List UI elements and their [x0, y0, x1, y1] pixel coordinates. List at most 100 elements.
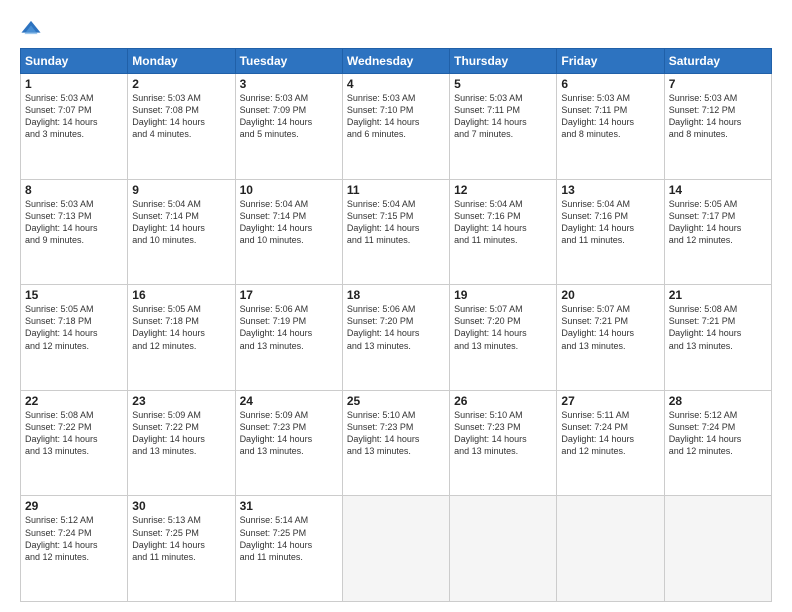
cell-content: Sunrise: 5:13 AMSunset: 7:25 PMDaylight:…	[132, 515, 205, 561]
cell-content: Sunrise: 5:04 AMSunset: 7:16 PMDaylight:…	[454, 199, 527, 245]
day-number: 7	[669, 77, 767, 91]
empty-cell	[342, 496, 449, 602]
week-row-3: 15 Sunrise: 5:05 AMSunset: 7:18 PMDaylig…	[21, 285, 772, 391]
day-cell-22: 22 Sunrise: 5:08 AMSunset: 7:22 PMDaylig…	[21, 390, 128, 496]
day-cell-2: 2 Sunrise: 5:03 AMSunset: 7:08 PMDayligh…	[128, 74, 235, 180]
day-number: 30	[132, 499, 230, 513]
logo	[20, 18, 46, 40]
day-number: 6	[561, 77, 659, 91]
day-cell-20: 20 Sunrise: 5:07 AMSunset: 7:21 PMDaylig…	[557, 285, 664, 391]
empty-cell	[664, 496, 771, 602]
cell-content: Sunrise: 5:09 AMSunset: 7:23 PMDaylight:…	[240, 410, 313, 456]
day-cell-3: 3 Sunrise: 5:03 AMSunset: 7:09 PMDayligh…	[235, 74, 342, 180]
day-header-friday: Friday	[557, 49, 664, 74]
day-cell-23: 23 Sunrise: 5:09 AMSunset: 7:22 PMDaylig…	[128, 390, 235, 496]
empty-cell	[557, 496, 664, 602]
day-number: 18	[347, 288, 445, 302]
week-row-4: 22 Sunrise: 5:08 AMSunset: 7:22 PMDaylig…	[21, 390, 772, 496]
cell-content: Sunrise: 5:06 AMSunset: 7:20 PMDaylight:…	[347, 304, 420, 350]
day-header-saturday: Saturday	[664, 49, 771, 74]
day-number: 3	[240, 77, 338, 91]
cell-content: Sunrise: 5:04 AMSunset: 7:14 PMDaylight:…	[132, 199, 205, 245]
day-cell-30: 30 Sunrise: 5:13 AMSunset: 7:25 PMDaylig…	[128, 496, 235, 602]
cell-content: Sunrise: 5:10 AMSunset: 7:23 PMDaylight:…	[347, 410, 420, 456]
cell-content: Sunrise: 5:12 AMSunset: 7:24 PMDaylight:…	[669, 410, 742, 456]
day-header-monday: Monday	[128, 49, 235, 74]
day-number: 26	[454, 394, 552, 408]
day-cell-6: 6 Sunrise: 5:03 AMSunset: 7:11 PMDayligh…	[557, 74, 664, 180]
day-number: 20	[561, 288, 659, 302]
cell-content: Sunrise: 5:14 AMSunset: 7:25 PMDaylight:…	[240, 515, 313, 561]
day-cell-7: 7 Sunrise: 5:03 AMSunset: 7:12 PMDayligh…	[664, 74, 771, 180]
day-number: 2	[132, 77, 230, 91]
page: SundayMondayTuesdayWednesdayThursdayFrid…	[0, 0, 792, 612]
day-cell-25: 25 Sunrise: 5:10 AMSunset: 7:23 PMDaylig…	[342, 390, 449, 496]
day-number: 12	[454, 183, 552, 197]
cell-content: Sunrise: 5:05 AMSunset: 7:18 PMDaylight:…	[25, 304, 98, 350]
day-number: 4	[347, 77, 445, 91]
empty-cell	[450, 496, 557, 602]
day-header-wednesday: Wednesday	[342, 49, 449, 74]
day-number: 1	[25, 77, 123, 91]
day-cell-26: 26 Sunrise: 5:10 AMSunset: 7:23 PMDaylig…	[450, 390, 557, 496]
day-cell-8: 8 Sunrise: 5:03 AMSunset: 7:13 PMDayligh…	[21, 179, 128, 285]
day-number: 14	[669, 183, 767, 197]
cell-content: Sunrise: 5:08 AMSunset: 7:21 PMDaylight:…	[669, 304, 742, 350]
week-row-5: 29 Sunrise: 5:12 AMSunset: 7:24 PMDaylig…	[21, 496, 772, 602]
day-number: 21	[669, 288, 767, 302]
cell-content: Sunrise: 5:03 AMSunset: 7:12 PMDaylight:…	[669, 93, 742, 139]
day-number: 27	[561, 394, 659, 408]
day-number: 17	[240, 288, 338, 302]
day-number: 8	[25, 183, 123, 197]
day-cell-11: 11 Sunrise: 5:04 AMSunset: 7:15 PMDaylig…	[342, 179, 449, 285]
cell-content: Sunrise: 5:04 AMSunset: 7:15 PMDaylight:…	[347, 199, 420, 245]
cell-content: Sunrise: 5:03 AMSunset: 7:10 PMDaylight:…	[347, 93, 420, 139]
day-cell-9: 9 Sunrise: 5:04 AMSunset: 7:14 PMDayligh…	[128, 179, 235, 285]
cell-content: Sunrise: 5:05 AMSunset: 7:18 PMDaylight:…	[132, 304, 205, 350]
day-number: 13	[561, 183, 659, 197]
day-cell-12: 12 Sunrise: 5:04 AMSunset: 7:16 PMDaylig…	[450, 179, 557, 285]
day-cell-1: 1 Sunrise: 5:03 AMSunset: 7:07 PMDayligh…	[21, 74, 128, 180]
day-number: 24	[240, 394, 338, 408]
day-number: 28	[669, 394, 767, 408]
cell-content: Sunrise: 5:03 AMSunset: 7:08 PMDaylight:…	[132, 93, 205, 139]
logo-icon	[20, 18, 42, 40]
day-cell-29: 29 Sunrise: 5:12 AMSunset: 7:24 PMDaylig…	[21, 496, 128, 602]
cell-content: Sunrise: 5:05 AMSunset: 7:17 PMDaylight:…	[669, 199, 742, 245]
day-number: 15	[25, 288, 123, 302]
cell-content: Sunrise: 5:03 AMSunset: 7:11 PMDaylight:…	[454, 93, 527, 139]
calendar-table: SundayMondayTuesdayWednesdayThursdayFrid…	[20, 48, 772, 602]
day-cell-4: 4 Sunrise: 5:03 AMSunset: 7:10 PMDayligh…	[342, 74, 449, 180]
cell-content: Sunrise: 5:03 AMSunset: 7:13 PMDaylight:…	[25, 199, 98, 245]
week-row-2: 8 Sunrise: 5:03 AMSunset: 7:13 PMDayligh…	[21, 179, 772, 285]
cell-content: Sunrise: 5:04 AMSunset: 7:14 PMDaylight:…	[240, 199, 313, 245]
day-number: 5	[454, 77, 552, 91]
day-number: 25	[347, 394, 445, 408]
cell-content: Sunrise: 5:06 AMSunset: 7:19 PMDaylight:…	[240, 304, 313, 350]
day-cell-17: 17 Sunrise: 5:06 AMSunset: 7:19 PMDaylig…	[235, 285, 342, 391]
day-number: 11	[347, 183, 445, 197]
day-cell-16: 16 Sunrise: 5:05 AMSunset: 7:18 PMDaylig…	[128, 285, 235, 391]
day-cell-27: 27 Sunrise: 5:11 AMSunset: 7:24 PMDaylig…	[557, 390, 664, 496]
day-cell-19: 19 Sunrise: 5:07 AMSunset: 7:20 PMDaylig…	[450, 285, 557, 391]
day-header-sunday: Sunday	[21, 49, 128, 74]
day-cell-24: 24 Sunrise: 5:09 AMSunset: 7:23 PMDaylig…	[235, 390, 342, 496]
day-number: 31	[240, 499, 338, 513]
day-number: 19	[454, 288, 552, 302]
cell-content: Sunrise: 5:11 AMSunset: 7:24 PMDaylight:…	[561, 410, 634, 456]
day-cell-15: 15 Sunrise: 5:05 AMSunset: 7:18 PMDaylig…	[21, 285, 128, 391]
cell-content: Sunrise: 5:12 AMSunset: 7:24 PMDaylight:…	[25, 515, 98, 561]
cell-content: Sunrise: 5:03 AMSunset: 7:07 PMDaylight:…	[25, 93, 98, 139]
day-number: 29	[25, 499, 123, 513]
day-cell-5: 5 Sunrise: 5:03 AMSunset: 7:11 PMDayligh…	[450, 74, 557, 180]
day-header-tuesday: Tuesday	[235, 49, 342, 74]
cell-content: Sunrise: 5:07 AMSunset: 7:21 PMDaylight:…	[561, 304, 634, 350]
day-number: 9	[132, 183, 230, 197]
day-cell-14: 14 Sunrise: 5:05 AMSunset: 7:17 PMDaylig…	[664, 179, 771, 285]
cell-content: Sunrise: 5:08 AMSunset: 7:22 PMDaylight:…	[25, 410, 98, 456]
cell-content: Sunrise: 5:03 AMSunset: 7:11 PMDaylight:…	[561, 93, 634, 139]
cell-content: Sunrise: 5:04 AMSunset: 7:16 PMDaylight:…	[561, 199, 634, 245]
calendar-header-row: SundayMondayTuesdayWednesdayThursdayFrid…	[21, 49, 772, 74]
cell-content: Sunrise: 5:07 AMSunset: 7:20 PMDaylight:…	[454, 304, 527, 350]
week-row-1: 1 Sunrise: 5:03 AMSunset: 7:07 PMDayligh…	[21, 74, 772, 180]
